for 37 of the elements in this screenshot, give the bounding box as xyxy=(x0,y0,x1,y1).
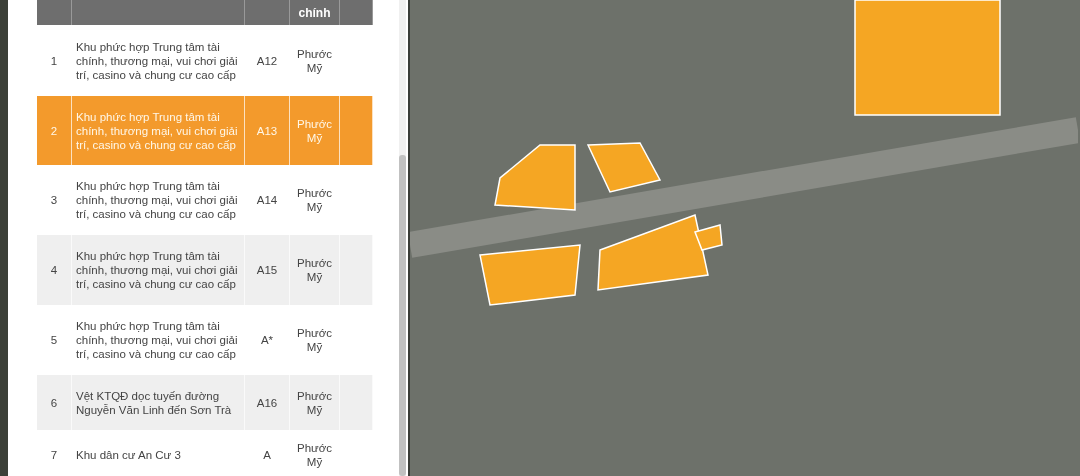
lot-code: A12 xyxy=(256,53,278,68)
lot-shape[interactable] xyxy=(494,144,576,211)
lot-code: A14 xyxy=(256,193,278,207)
ward-name: Phước Mỹ xyxy=(295,326,334,354)
ward-name: Phước Mỹ xyxy=(295,441,334,469)
ward-name: Phước Mỹ xyxy=(295,256,334,284)
ward-name: Phước Mỹ xyxy=(295,186,334,214)
row-number: 5 xyxy=(50,333,58,347)
area-name: Khu phức hợp Trung tâm tài chính, thương mại, vui chơi giải trí, casino và chung cư cao cấp xyxy=(76,109,239,152)
row-number: 1 xyxy=(50,53,58,68)
area-name: Khu phức hợp Trung tâm tài chính, thương mại, vui chơi giải trí, casino và chung cư cao cấp xyxy=(76,179,239,221)
lot-shape[interactable] xyxy=(586,142,662,193)
lot-shape[interactable] xyxy=(479,244,581,306)
area-name: Khu dân cư An Cư 3 xyxy=(76,448,181,462)
area-name: Khu phức hợp Trung tâm tài chính, thương mại, vui chơi giải trí, casino và chung cư cao cấp xyxy=(76,319,239,361)
row-number: 2 xyxy=(50,123,58,138)
ward-name: Phước Mỹ xyxy=(295,116,334,145)
row-number: 6 xyxy=(50,395,58,410)
lot-code: A xyxy=(263,448,271,462)
lot-code: A16 xyxy=(256,395,278,410)
area-name: Vệt KTQĐ dọc tuyến đường Nguyễn Văn Linh đến Sơn Trà xyxy=(76,388,233,417)
lot-shape[interactable] xyxy=(597,214,709,291)
scrollbar[interactable] xyxy=(399,0,406,476)
column-header: chính xyxy=(298,6,331,20)
ward-name: Phước Mỹ xyxy=(295,46,334,75)
lot-shape[interactable] xyxy=(694,224,723,251)
area-name: Khu phức hợp Trung tâm tài chính, thương mại, vui chơi giải trí, casino và chung cư cao cấp xyxy=(76,39,239,82)
lot-code: A* xyxy=(260,333,274,347)
row-number: 3 xyxy=(50,193,58,207)
lot-code: A15 xyxy=(256,263,278,277)
table-row[interactable]: 4 Khu phức hợp Trung tâm tài chính, thương mại, vui chơi giải trí, casino và chung cư cao cấp A15 Phước Mỹ xyxy=(37,235,373,305)
lot-code: A13 xyxy=(256,123,278,138)
table-row[interactable]: 6 Vệt KTQĐ dọc tuyến đường Nguyễn Văn Linh đến Sơn Trà A16 Phước Mỹ xyxy=(37,375,373,430)
row-number: 4 xyxy=(50,263,58,277)
area-name: Khu phức hợp Trung tâm tài chính, thương mại, vui chơi giải trí, casino và chung cư cao cấp xyxy=(76,249,239,291)
row-number: 7 xyxy=(50,448,58,462)
ward-name: Phước Mỹ xyxy=(295,388,334,417)
